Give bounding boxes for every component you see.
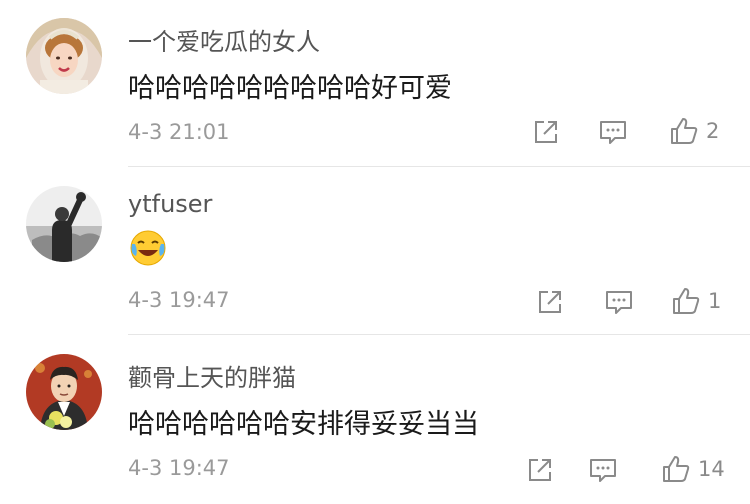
reply-button[interactable] bbox=[588, 456, 618, 484]
share-icon bbox=[535, 121, 557, 143]
laughing-crying-emoji bbox=[128, 228, 168, 268]
share-icon bbox=[539, 291, 561, 313]
like-button[interactable]: 14 bbox=[660, 453, 725, 485]
thumbs-up-icon bbox=[663, 456, 690, 482]
user-avatar[interactable] bbox=[26, 354, 102, 430]
like-button[interactable]: 2 bbox=[668, 115, 719, 147]
comment-item: ytfuser 4-3 19:47 1 bbox=[0, 168, 750, 336]
reply-icon bbox=[606, 291, 632, 314]
user-avatar[interactable] bbox=[26, 186, 102, 262]
user-avatar[interactable] bbox=[26, 18, 102, 94]
share-icon bbox=[529, 459, 551, 481]
share-button[interactable] bbox=[526, 456, 554, 484]
reply-icon bbox=[600, 121, 626, 144]
reply-button[interactable] bbox=[604, 288, 634, 316]
like-count: 2 bbox=[706, 119, 720, 143]
comment-text: 哈哈哈哈哈哈哈哈哈好可爱 bbox=[128, 73, 452, 104]
like-count: 1 bbox=[708, 289, 722, 313]
comment-timestamp: 4-3 21:01 bbox=[128, 120, 230, 144]
comment-username[interactable]: 一个爱吃瓜的女人 bbox=[128, 22, 320, 57]
comment-username[interactable]: ytfuser bbox=[128, 190, 212, 218]
comment-item: 一个爱吃瓜的女人 哈哈哈哈哈哈哈哈哈好可爱 4-3 21:01 2 bbox=[0, 0, 750, 168]
thumbs-up-icon bbox=[671, 118, 698, 144]
comment-divider bbox=[128, 166, 750, 167]
comment-text: 哈哈哈哈哈哈安排得妥妥当当 bbox=[128, 409, 479, 440]
comment-username[interactable]: 颧骨上天的胖猫 bbox=[128, 358, 296, 393]
share-button[interactable] bbox=[536, 288, 564, 316]
like-button[interactable]: 1 bbox=[670, 285, 721, 317]
reply-icon bbox=[590, 459, 616, 482]
reply-button[interactable] bbox=[598, 118, 628, 146]
like-count: 14 bbox=[698, 457, 725, 481]
comment-timestamp: 4-3 19:47 bbox=[128, 456, 230, 480]
comment-divider bbox=[128, 334, 750, 335]
comment-item: 颧骨上天的胖猫 哈哈哈哈哈哈安排得妥妥当当 4-3 19:47 14 bbox=[0, 336, 750, 504]
comment-timestamp: 4-3 19:47 bbox=[128, 288, 230, 312]
share-button[interactable] bbox=[532, 118, 560, 146]
thumbs-up-icon bbox=[673, 288, 700, 314]
